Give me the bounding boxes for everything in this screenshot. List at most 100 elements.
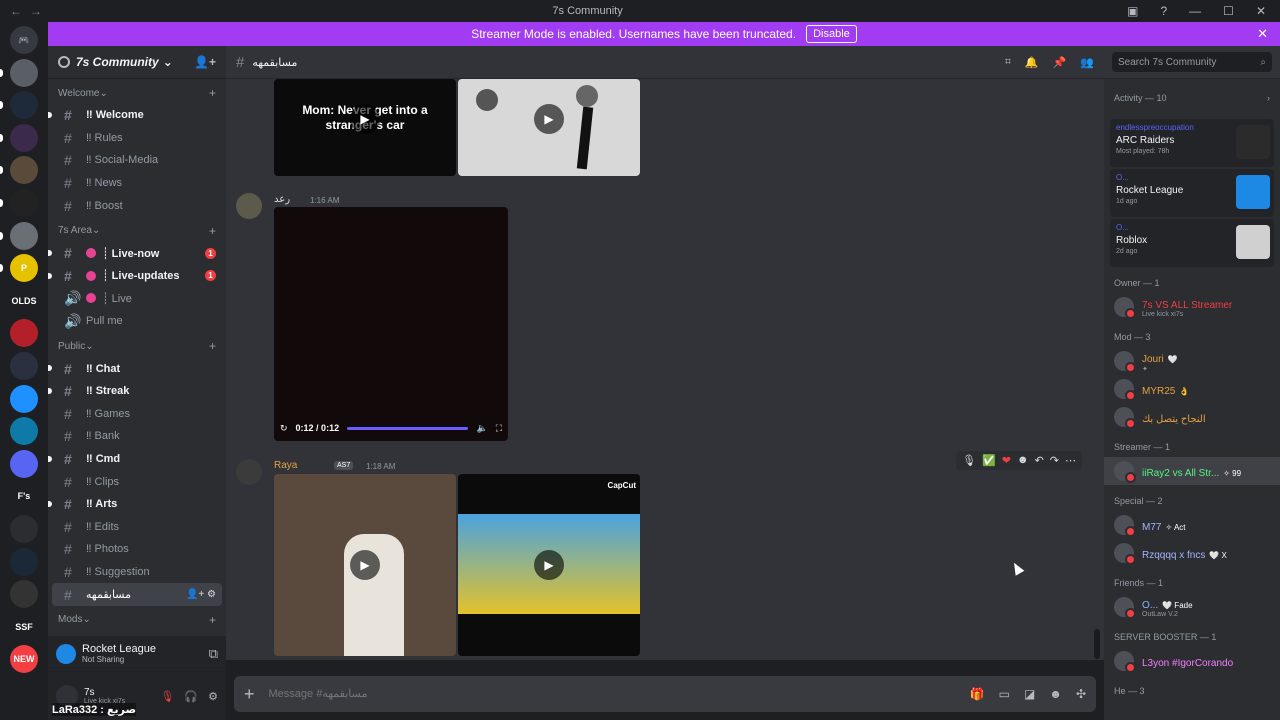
maximize-icon[interactable]: ☐ — [1223, 4, 1234, 18]
member-item[interactable]: Jouri 🤍 ✦ — [1104, 347, 1280, 375]
member-item[interactable]: M77 ✧ Act — [1104, 511, 1280, 539]
close-window-icon[interactable]: ✕ — [1256, 4, 1266, 18]
server-icon[interactable] — [10, 384, 38, 413]
server-icon[interactable] — [10, 547, 38, 576]
sticker-icon[interactable]: ◪ — [1024, 687, 1035, 701]
add-channel-icon[interactable]: + — [209, 613, 216, 627]
channel-item[interactable]: # ‼ Welcome — [48, 104, 222, 127]
inbox-icon[interactable]: ▣ — [1127, 4, 1138, 18]
member-item[interactable]: النجاح يتصل بك — [1104, 403, 1280, 431]
bell-icon[interactable]: 🔔 — [1025, 56, 1039, 69]
fullscreen-icon[interactable]: ⛶ — [496, 423, 502, 434]
add-attachment-icon[interactable]: + — [244, 684, 255, 705]
channel-item[interactable]: # ‼ Photos — [52, 538, 222, 561]
server-icon[interactable] — [10, 221, 38, 250]
volume-icon[interactable]: 🔈 — [476, 423, 487, 434]
channel-item[interactable]: # ┊ Live-now 1 — [48, 242, 222, 265]
message-action-icon[interactable]: ❤ — [1002, 454, 1011, 467]
message-action-icon[interactable]: 🎙 — [962, 454, 976, 467]
category-header[interactable]: Welcome ⌄ + — [48, 82, 226, 104]
message-action-icon[interactable]: ☻ — [1017, 454, 1029, 467]
server-icon[interactable] — [10, 123, 38, 152]
server-icon[interactable] — [10, 515, 38, 543]
play-icon[interactable]: ▶ — [534, 550, 564, 580]
minimize-icon[interactable]: — — [1189, 4, 1201, 18]
screen-share-icon[interactable]: ⧉ — [209, 646, 218, 662]
server-icon[interactable] — [10, 449, 38, 478]
settings-gear-icon[interactable]: ⚙ — [208, 690, 218, 703]
message-action-icon[interactable]: ↶ — [1035, 454, 1044, 467]
forward-arrow-icon[interactable]: → — [30, 4, 42, 18]
message-action-icon[interactable]: ↷ — [1050, 454, 1059, 467]
disable-button[interactable]: Disable — [806, 25, 857, 43]
play-icon[interactable]: ▶ — [350, 550, 380, 580]
gift-icon[interactable]: 🎁 — [970, 687, 985, 701]
pin-icon[interactable]: 📌 — [1053, 56, 1067, 69]
video-progress-bar[interactable] — [347, 426, 469, 430]
category-header[interactable]: Public ⌄ + — [48, 335, 226, 357]
channel-item[interactable]: # ‼ Arts — [48, 493, 222, 516]
channel-item[interactable]: 🔊 ┊ Live — [52, 287, 222, 310]
member-item[interactable]: Rzqqqq x fncs 🤍 X — [1104, 539, 1280, 567]
search-input[interactable]: Search 7s Community ⌕ — [1112, 52, 1272, 72]
server-icon[interactable] — [10, 156, 38, 185]
member-item[interactable]: MYR25 👌 — [1104, 375, 1280, 403]
server-icon[interactable]: NEW — [10, 645, 38, 674]
invite-people-icon[interactable]: 👤+ — [194, 55, 216, 69]
chat-scrollbar[interactable] — [1094, 629, 1100, 659]
member-item[interactable]: 7s VS ALL Streamer Live kick xi7s — [1104, 293, 1280, 321]
activity-header[interactable]: Activity — 10 › — [1104, 79, 1280, 117]
add-channel-icon[interactable]: + — [209, 339, 216, 353]
play-icon[interactable]: ▶ — [350, 104, 380, 134]
play-icon[interactable]: ▶ — [534, 104, 564, 134]
channel-item[interactable]: # ‼ Cmd — [48, 448, 222, 471]
mic-muted-icon[interactable]: 🎙 — [160, 690, 174, 703]
channel-item[interactable]: # ‼ Streak — [48, 380, 222, 403]
channel-item[interactable]: # ‼ Boost — [52, 194, 222, 217]
member-list-icon[interactable]: 👥 — [1080, 56, 1094, 69]
threads-icon[interactable]: ⌗ — [1005, 56, 1011, 69]
member-item[interactable]: L3yon #IgorCorando — [1104, 647, 1280, 675]
guild-tag[interactable]: AS7 — [334, 461, 354, 470]
avatar[interactable] — [236, 193, 262, 219]
close-banner-icon[interactable]: ✕ — [1257, 26, 1268, 42]
video-attachment[interactable]: CapCut ▶ — [458, 474, 640, 656]
category-header[interactable]: Mods ⌄ + — [48, 609, 226, 631]
apps-icon[interactable]: ✣ — [1076, 687, 1086, 701]
activity-card[interactable]: O... Roblox 2d ago — [1110, 219, 1274, 267]
server-icon[interactable] — [10, 352, 38, 380]
channel-item[interactable]: # ‼ Suggestion — [52, 561, 222, 584]
server-icon[interactable] — [10, 580, 38, 609]
headphones-icon[interactable]: 🎧 — [184, 690, 198, 703]
member-item[interactable]: iiRay2 vs All Str... ✧ 99 — [1104, 457, 1280, 485]
server-icon[interactable] — [10, 189, 38, 217]
channel-item[interactable]: # ‼ Bank — [52, 425, 222, 448]
server-icon[interactable]: OLDS — [10, 286, 38, 315]
message-action-icon[interactable]: ⋯ — [1065, 454, 1076, 467]
server-icon[interactable] — [10, 91, 38, 120]
video-attachment[interactable]: ▶ — [458, 79, 640, 176]
channel-item[interactable]: # ‼ Chat — [48, 357, 222, 380]
message-input[interactable] — [268, 688, 970, 700]
video-player[interactable]: ↻ 0:12 / 0:12 🔈 ⛶ — [274, 207, 508, 441]
avatar[interactable] — [236, 459, 262, 485]
server-icon[interactable] — [10, 319, 38, 348]
back-arrow-icon[interactable]: ← — [10, 4, 22, 18]
message-action-icon[interactable]: ✅ — [982, 454, 996, 467]
channel-item[interactable]: # ‼ Edits — [52, 516, 222, 539]
guild-header[interactable]: 7s Community ⌄ 👤+ — [48, 46, 226, 79]
channel-item[interactable]: # ‼ Games — [52, 403, 222, 426]
gif-icon[interactable]: ▭ — [999, 687, 1010, 701]
video-attachment[interactable]: Mom: Never get into a stranger's car ▶ — [274, 79, 456, 176]
channel-item[interactable]: 🔊 Pull me — [52, 310, 222, 333]
video-attachment[interactable]: ▶ — [274, 474, 456, 656]
member-item[interactable]: O... 🤍 Fade OutLaw V.2 — [1104, 593, 1280, 621]
message-author[interactable]: Raya — [274, 460, 297, 471]
server-icon[interactable]: 🎮 — [10, 26, 38, 54]
server-icon[interactable] — [10, 417, 38, 446]
add-channel-icon[interactable]: + — [209, 86, 216, 100]
channel-settings-icon[interactable]: 👤+ ⚙ — [186, 589, 216, 600]
server-icon[interactable]: F's — [10, 482, 38, 511]
message-author[interactable]: رعد — [274, 194, 290, 205]
help-icon[interactable]: ? — [1160, 4, 1167, 18]
